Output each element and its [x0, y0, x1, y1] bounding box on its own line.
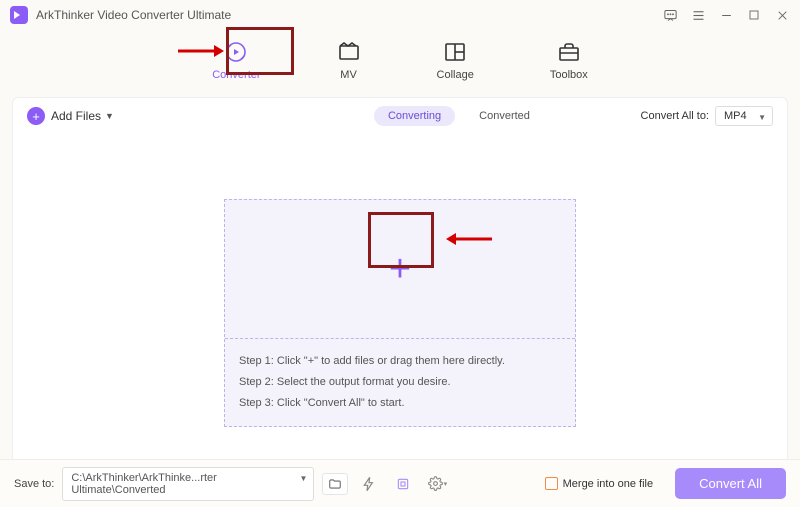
bottombar: Save to: C:\ArkThinker\ArkThinke...rter … — [0, 459, 800, 507]
settings-button[interactable]: ▾ — [424, 473, 450, 495]
step-1: Step 1: Click "+" to add files or drag t… — [239, 351, 561, 372]
merge-label: Merge into one file — [563, 478, 654, 490]
convert-all-button[interactable]: Convert All — [675, 468, 786, 499]
dropzone-upper: + — [225, 200, 575, 338]
tab-label: Collage — [437, 69, 474, 81]
format-value: MP4 — [724, 110, 747, 122]
add-files-dropdown[interactable]: ▼ — [105, 111, 114, 121]
tab-toolbox[interactable]: Toolbox — [542, 36, 596, 85]
converting-tab[interactable]: Converting — [374, 106, 455, 126]
annotation-arrow-converter — [178, 44, 224, 58]
save-path-select[interactable]: C:\ArkThinker\ArkThinke...rter Ultimate\… — [62, 467, 314, 501]
menu-icon[interactable] — [690, 7, 706, 23]
status-toggle: Converting Converted — [374, 106, 544, 126]
add-file-plus-icon[interactable]: + — [389, 250, 411, 288]
dropzone-area: + Step 1: Click "+" to add files or drag… — [13, 134, 787, 492]
toolbox-icon — [557, 40, 581, 64]
converted-tab[interactable]: Converted — [465, 106, 544, 126]
checkbox-icon — [545, 477, 558, 490]
annotation-arrow-plus — [446, 232, 492, 246]
dropzone[interactable]: + Step 1: Click "+" to add files or drag… — [224, 199, 576, 427]
merge-checkbox[interactable]: Merge into one file — [545, 477, 654, 490]
save-to-label: Save to: — [14, 478, 54, 490]
hardware-accel-button[interactable] — [356, 473, 382, 495]
mv-icon — [337, 40, 361, 64]
gpu-button[interactable] — [390, 473, 416, 495]
save-path-value: C:\ArkThinker\ArkThinke...rter Ultimate\… — [71, 472, 216, 496]
close-icon[interactable] — [774, 7, 790, 23]
maximize-icon[interactable] — [746, 7, 762, 23]
step-2: Step 2: Select the output format you des… — [239, 372, 561, 393]
converter-icon — [224, 40, 248, 64]
tab-label: Toolbox — [550, 69, 588, 81]
app-title: ArkThinker Video Converter Ultimate — [36, 8, 231, 22]
panel-toolbar: + Add Files ▼ Converting Converted Conve… — [13, 98, 787, 134]
app-logo-icon — [10, 6, 28, 24]
chevron-down-icon: ▼ — [299, 474, 307, 483]
convert-all-to-label: Convert All to: — [641, 110, 709, 122]
open-folder-button[interactable] — [322, 473, 348, 495]
tab-label: Converter — [212, 69, 260, 81]
convert-all-to: Convert All to: MP4 ▼ — [641, 106, 773, 126]
chevron-down-icon: ▼ — [758, 113, 766, 122]
tab-label: MV — [340, 69, 357, 81]
feedback-icon[interactable] — [662, 7, 678, 23]
add-files-button[interactable]: + Add Files — [27, 107, 101, 125]
minimize-icon[interactable] — [718, 7, 734, 23]
format-select[interactable]: MP4 ▼ — [715, 106, 773, 126]
tab-mv[interactable]: MV — [329, 36, 369, 85]
step-3: Step 3: Click "Convert All" to start. — [239, 393, 561, 414]
dropzone-instructions: Step 1: Click "+" to add files or drag t… — [225, 338, 575, 426]
titlebar: ArkThinker Video Converter Ultimate — [0, 0, 800, 30]
main-tabs: Converter MV Collage Toolbox — [0, 30, 800, 97]
content-panel: + Add Files ▼ Converting Converted Conve… — [12, 97, 788, 493]
plus-icon: + — [27, 107, 45, 125]
collage-icon — [443, 40, 467, 64]
add-files-label: Add Files — [51, 109, 101, 123]
tab-collage[interactable]: Collage — [429, 36, 482, 85]
